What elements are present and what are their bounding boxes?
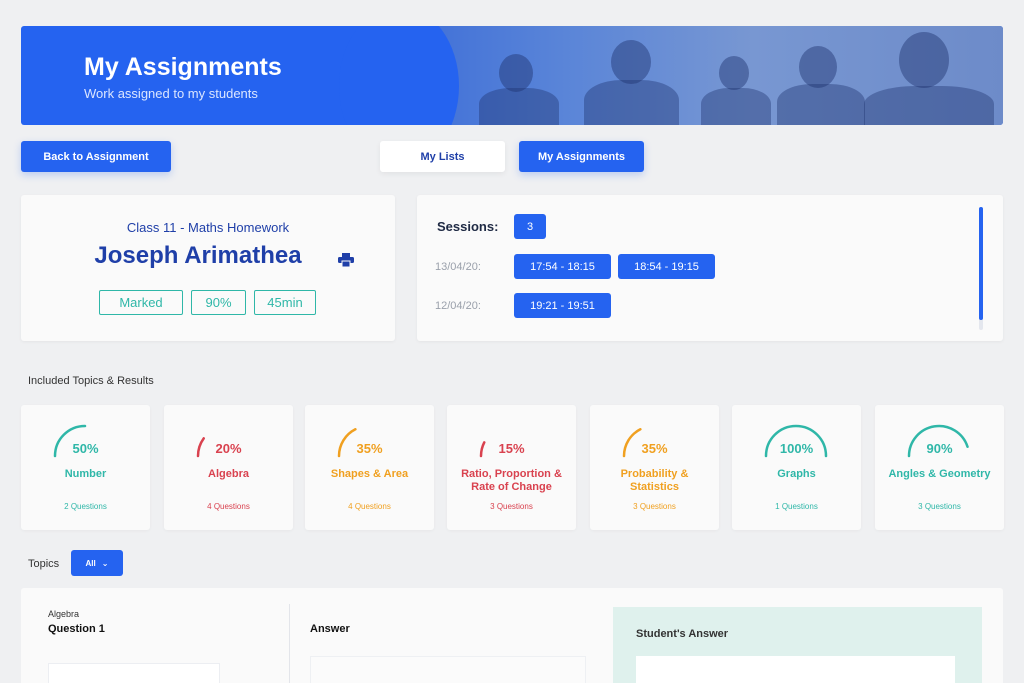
topic-percent: 90% <box>926 441 953 456</box>
question-topic: Algebra <box>48 609 80 619</box>
banner-photo <box>339 26 1003 125</box>
student-answer-title: Student's Answer <box>636 628 729 640</box>
topic-question-count: 1 Questions <box>775 502 818 511</box>
topics-filter-dropdown[interactable]: All ⌄ <box>71 550 123 576</box>
page-title: My Assignments <box>84 53 282 81</box>
duration-badge: 45min <box>254 290 316 315</box>
header-banner: My Assignments Work assigned to my stude… <box>21 26 1003 125</box>
class-title: Class 11 - Maths Homework <box>126 220 290 235</box>
student-card: Class 11 - Maths Homework Joseph Arimath… <box>21 195 395 341</box>
page-subtitle: Work assigned to my students <box>84 86 258 101</box>
topic-result-card[interactable]: 90% Angles & Geometry 3 Questions <box>875 405 1004 530</box>
topic-result-card[interactable]: 35% Probability & Statistics 3 Questions <box>590 405 719 530</box>
topics-filter-label: Topics <box>28 558 60 570</box>
session-time-chip[interactable]: 19:21 - 19:51 <box>514 293 611 318</box>
status-badge: Marked <box>99 290 183 315</box>
score-badge: 90% <box>191 290 246 315</box>
session-date: 13/04/20: <box>435 261 481 273</box>
sessions-card: Sessions: 3 13/04/20: 17:54 - 18:15 18:5… <box>417 195 1003 341</box>
topic-name: Angles & Geometry <box>888 468 991 480</box>
divider <box>289 604 290 683</box>
topic-question-count: 4 Questions <box>348 502 391 511</box>
status-tags: Marked 90% 45min <box>99 290 316 315</box>
answer-title: Answer <box>310 623 350 635</box>
topic-result-card[interactable]: 50% Number 2 Questions <box>21 405 150 530</box>
my-assignments-button[interactable]: My Assignments <box>519 141 644 172</box>
topic-question-count: 2 Questions <box>64 502 107 511</box>
back-to-assignment-button[interactable]: Back to Assignment <box>21 141 171 172</box>
my-lists-button[interactable]: My Lists <box>380 141 505 172</box>
topic-question-count: 3 Questions <box>490 502 533 511</box>
topic-name: Graphs <box>777 468 816 480</box>
topic-percent: 15% <box>498 441 525 456</box>
session-time-chip[interactable]: 17:54 - 18:15 <box>514 254 611 279</box>
question-title: Question 1 <box>48 623 105 635</box>
topic-result-card[interactable]: 100% Graphs 1 Questions <box>732 405 861 530</box>
topic-name: Algebra <box>208 468 249 480</box>
topic-name: Ratio, Proportion & Rate of Change <box>461 468 562 493</box>
topic-percent: 35% <box>641 441 668 456</box>
session-date: 12/04/20: <box>435 300 481 312</box>
topic-name: Number <box>64 468 107 480</box>
answer-box <box>310 656 586 683</box>
question-content-box <box>48 663 220 683</box>
dropdown-value: All <box>85 558 96 568</box>
sessions-label: Sessions: <box>437 219 499 234</box>
session-time-chip[interactable]: 18:54 - 19:15 <box>618 254 715 279</box>
topic-question-count: 4 Questions <box>207 502 250 511</box>
topic-result-card[interactable]: 35% Shapes & Area 4 Questions <box>305 405 434 530</box>
print-icon[interactable] <box>338 253 354 267</box>
topic-result-card[interactable]: 20% Algebra 4 Questions <box>164 405 293 530</box>
chevron-down-icon: ⌄ <box>101 558 109 568</box>
sessions-count-badge: 3 <box>514 214 546 239</box>
scrollbar-thumb[interactable] <box>979 207 983 320</box>
section-title: Included Topics & Results <box>28 375 154 387</box>
topic-question-count: 3 Questions <box>918 502 961 511</box>
topic-result-card[interactable]: 15% Ratio, Proportion & Rate of Change 3 Q… <box>447 405 576 530</box>
student-answer-box <box>636 656 955 683</box>
topic-percent: 100% <box>779 441 814 456</box>
topic-percent: 20% <box>215 441 242 456</box>
topic-percent: 50% <box>72 441 99 456</box>
topic-name: Probability & Statistics <box>620 468 689 493</box>
topic-name: Shapes & Area <box>330 468 409 480</box>
topic-percent: 35% <box>356 441 383 456</box>
topic-question-count: 3 Questions <box>633 502 676 511</box>
